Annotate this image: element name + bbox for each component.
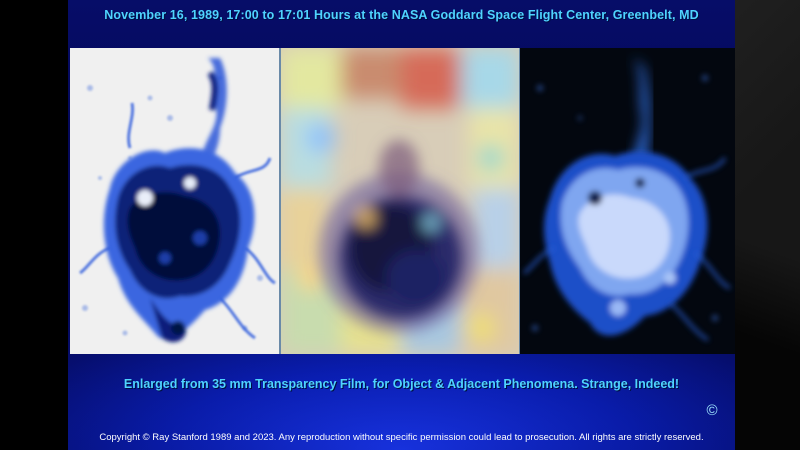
side-decoration: [735, 0, 800, 450]
image-panel-glow: [520, 48, 735, 354]
image-panel-color: [281, 48, 519, 354]
presentation-slide: November 16, 1989, 17:00 to 17:01 Hours …: [68, 0, 735, 450]
slide-title: November 16, 1989, 17:00 to 17:01 Hours …: [104, 8, 699, 22]
slide-caption: Enlarged from 35 mm Transparency Film, f…: [123, 377, 680, 391]
inverted-enhancement-image: [70, 48, 279, 354]
screen: November 16, 1989, 17:00 to 17:01 Hours …: [0, 0, 800, 450]
copyright-footer: Copyright © Ray Stanford 1989 and 2023. …: [99, 432, 704, 443]
image-panel-inverted: [70, 48, 279, 354]
color-enhancement-image: [281, 48, 519, 354]
copyright-icon: ©: [706, 402, 718, 419]
glow-enhancement-image: [520, 48, 735, 354]
